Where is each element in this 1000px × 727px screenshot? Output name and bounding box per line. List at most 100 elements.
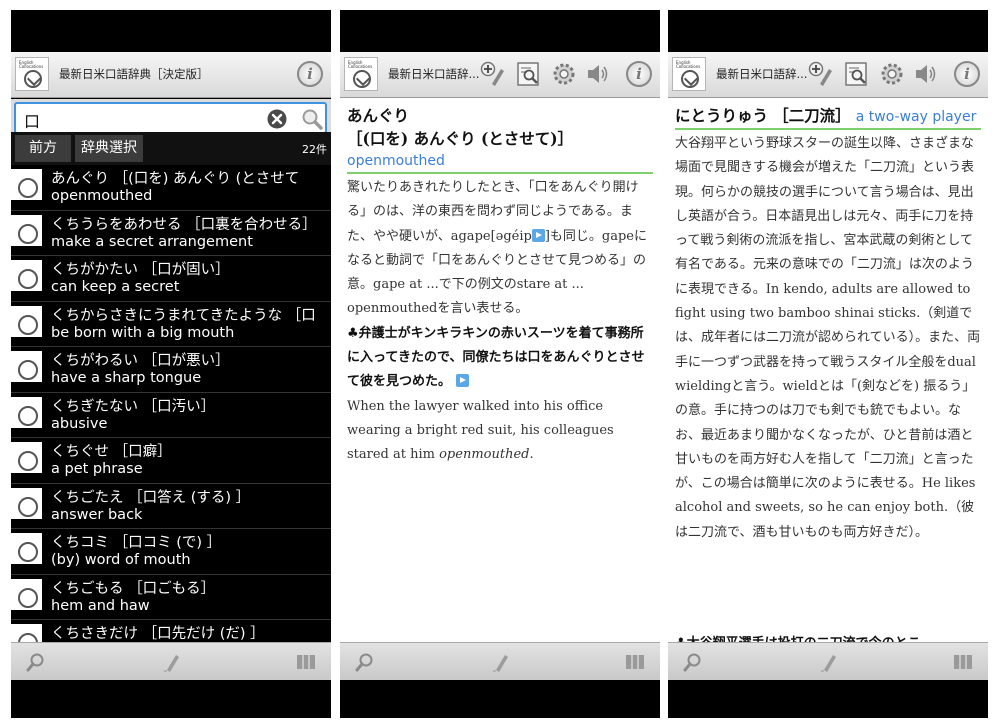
dictionary-logo-icon bbox=[11, 305, 42, 337]
list-item-english: (by) word of mouth bbox=[51, 552, 191, 568]
list-item-english: have a sharp tongue bbox=[51, 370, 202, 386]
speaker-icon[interactable] bbox=[585, 60, 611, 88]
marker-icon[interactable] bbox=[489, 651, 511, 673]
entry-headword: あんぐり bbox=[347, 106, 410, 125]
columns-icon[interactable] bbox=[952, 651, 974, 673]
list-item-english: can keep a secret bbox=[51, 279, 180, 295]
info-icon[interactable]: i bbox=[297, 61, 323, 87]
logo-text: English Collocations bbox=[676, 60, 701, 69]
list-item-english: make a secret arrangement bbox=[51, 233, 253, 250]
result-count: 22件 bbox=[302, 143, 327, 156]
entry-heading: にとうりゅう ［二刀流］ a two-way player bbox=[675, 104, 981, 130]
app-title: 最新日米口語辞... bbox=[716, 67, 808, 81]
list-item-english: be born with a big mouth bbox=[51, 324, 235, 341]
search-icon[interactable] bbox=[301, 108, 323, 130]
dictionary-logo-icon: English Collocations bbox=[344, 57, 378, 91]
list-item[interactable]: あんぐり ［(口を) あんぐり (とさせて openmouthed bbox=[11, 165, 331, 211]
list-item[interactable]: くちごもる ［口ごもる］ hem and haw bbox=[11, 575, 331, 620]
info-icon[interactable]: i bbox=[626, 61, 652, 87]
list-item-headword: くちごたえ ［口答え (する) ］ bbox=[51, 489, 251, 506]
list-item-english: answer back bbox=[51, 506, 143, 523]
dictionary-logo-icon: English Collocations bbox=[672, 57, 706, 91]
marker-icon[interactable] bbox=[817, 651, 839, 673]
entry-kanji: ［二刀流］ bbox=[773, 106, 851, 125]
app-header: English Collocations 最新日米口語辞典［決定版］ i bbox=[11, 52, 331, 98]
info-icon[interactable]: i bbox=[954, 61, 980, 87]
app-header: English Collocations 最新日米口語辞... i bbox=[340, 52, 660, 98]
dictionary-logo-icon bbox=[11, 214, 42, 246]
dictionary-logo-icon bbox=[11, 396, 42, 428]
dictionary-logo-icon bbox=[11, 533, 42, 564]
search-in-page-icon[interactable] bbox=[844, 60, 870, 88]
list-item-headword: くちコミ ［口コミ (で) ］ bbox=[51, 535, 222, 551]
phone-screen-search: English Collocations 最新日米口語辞典［決定版］ i 口 前… bbox=[11, 10, 331, 718]
example-play-icon[interactable] bbox=[455, 374, 469, 388]
prefix-match-button[interactable]: 前方 bbox=[15, 135, 71, 162]
filter-bar: 前方 辞典選択 22件 bbox=[11, 132, 331, 165]
dictionary-logo-icon bbox=[11, 260, 42, 291]
bottom-toolbar bbox=[340, 642, 660, 680]
app-title: 最新日米口語辞... bbox=[388, 67, 480, 81]
list-item-headword: あんぐり ［(口を) あんぐり (とさせて bbox=[51, 171, 300, 187]
add-bookmark-icon[interactable] bbox=[480, 60, 506, 88]
list-item[interactable]: くちさきだけ ［口先だけ (だ) ］ bbox=[11, 620, 331, 642]
list-item-headword: くちがわるい ［口が悪い］ bbox=[51, 353, 230, 369]
columns-icon[interactable] bbox=[624, 651, 646, 673]
app-header: English Collocations 最新日米口語辞... i bbox=[668, 52, 988, 98]
entry-explanation: 大谷翔平という野球スターの誕生以降、さまざまな場面で見聞きする機会が増えた「二刀… bbox=[675, 136, 981, 540]
list-item-headword: くちがかたい ［口が固い］ bbox=[51, 262, 230, 278]
list-item[interactable]: くちうらをあわせる ［口裏を合わせる］ make a secret arrange… bbox=[11, 211, 331, 256]
dictionary-logo-icon bbox=[11, 578, 42, 610]
dictionary-logo-icon: English Collocations bbox=[15, 57, 49, 91]
logo-text: English Collocations bbox=[348, 60, 373, 69]
list-item[interactable]: くちがかたい ［口が固い］ can keep a secret bbox=[11, 256, 331, 302]
list-item-headword: くちぐせ ［口癖］ bbox=[51, 444, 172, 460]
clear-icon[interactable] bbox=[267, 109, 287, 129]
bottom-toolbar bbox=[668, 642, 988, 680]
example-japanese: ♣弁護士がキンキラキンの赤いスーツを着て事務所に入ってきたので、同僚たちは口をあ… bbox=[347, 325, 645, 390]
dictionary-logo-icon bbox=[11, 169, 42, 200]
list-item-headword: くちぎたない ［口汚い］ bbox=[51, 398, 216, 415]
list-item-headword: くちごもる ［口ごもる］ bbox=[51, 580, 216, 597]
list-item[interactable]: くちがわるい ［口が悪い］ have a sharp tongue bbox=[11, 347, 331, 393]
entry-content: にとうりゅう ［二刀流］ a two-way player 大谷翔平という野球ス… bbox=[668, 98, 988, 643]
list-item[interactable]: くちコミ ［口コミ (で) ］ (by) word of mouth bbox=[11, 529, 331, 575]
search-in-page-icon[interactable] bbox=[516, 60, 542, 88]
pronunciation-play-icon[interactable] bbox=[531, 228, 545, 242]
phone-screen-entry-nitouryu: English Collocations 最新日米口語辞... i にとうりゅう… bbox=[668, 10, 988, 718]
entry-content: あんぐり ［(口を) あんぐり (とさせて)］ openmouthed 驚いたり… bbox=[340, 98, 660, 643]
search-icon[interactable] bbox=[25, 651, 47, 673]
app-title: 最新日米口語辞典［決定版］ bbox=[59, 67, 209, 81]
columns-icon[interactable] bbox=[295, 651, 317, 673]
entry-english: a two-way player bbox=[855, 109, 977, 125]
example-english: When the lawyer walked into his office w… bbox=[347, 398, 614, 463]
dictionary-logo-icon bbox=[11, 351, 42, 382]
entry-headword: にとうりゅう bbox=[675, 106, 769, 125]
list-item-english: a pet phrase bbox=[51, 461, 143, 477]
dictionary-logo-icon bbox=[11, 487, 42, 519]
add-bookmark-icon[interactable] bbox=[808, 60, 834, 88]
search-icon[interactable] bbox=[682, 651, 704, 673]
gear-icon[interactable] bbox=[879, 60, 905, 88]
speaker-icon[interactable] bbox=[913, 60, 939, 88]
dictionary-select-button[interactable]: 辞典選択 bbox=[75, 135, 143, 162]
list-item-english: hem and haw bbox=[51, 597, 150, 614]
result-list: あんぐり ［(口を) あんぐり (とさせて openmouthed くちうらをあわ… bbox=[11, 165, 331, 642]
list-item-headword: くちからさきにうまれてきたような ［口 bbox=[51, 307, 316, 324]
search-icon[interactable] bbox=[354, 651, 376, 673]
phone-screen-entry-anguri: English Collocations 最新日米口語辞... i あんぐり ［… bbox=[340, 10, 660, 718]
marker-icon[interactable] bbox=[160, 651, 182, 673]
list-item-english: abusive bbox=[51, 415, 108, 432]
list-item[interactable]: くちぐせ ［口癖］ a pet phrase bbox=[11, 438, 331, 484]
list-item[interactable]: くちぎたない ［口汚い］ abusive bbox=[11, 393, 331, 438]
dictionary-logo-icon bbox=[11, 624, 42, 642]
logo-text: English Collocations bbox=[19, 60, 44, 69]
gear-icon[interactable] bbox=[551, 60, 577, 88]
entry-subhead: ［(口を) あんぐり (とさせて)］ bbox=[347, 129, 574, 148]
list-item[interactable]: くちごたえ ［口答え (する) ］ answer back bbox=[11, 484, 331, 529]
list-item[interactable]: くちからさきにうまれてきたような ［口 be born with a big mo… bbox=[11, 302, 331, 347]
list-item-english: openmouthed bbox=[51, 188, 153, 204]
dictionary-logo-icon bbox=[11, 442, 42, 473]
bottom-toolbar bbox=[11, 642, 331, 680]
entry-explanation: 驚いたりあきれたりしたとき、「口をあんぐり開ける」のは、洋の東西を問わず同じよう… bbox=[347, 180, 648, 317]
